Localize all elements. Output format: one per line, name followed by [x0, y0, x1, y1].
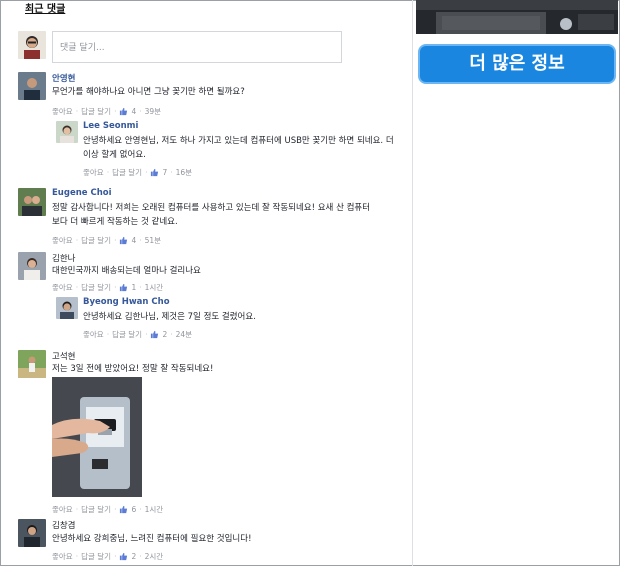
reply-link[interactable]: 답글 달기 — [81, 504, 111, 515]
commenter-name[interactable]: 김창겸 — [52, 519, 75, 531]
comment-time[interactable]: 24분 — [176, 329, 192, 340]
commenter-name[interactable]: 김한나 — [52, 252, 75, 264]
like-link[interactable]: 좋아요 — [83, 167, 104, 178]
avatar[interactable] — [56, 121, 78, 143]
like-count: 1 — [131, 283, 137, 292]
thumbs-up-icon — [120, 236, 128, 245]
comment-actions: 좋아요 · 답글 달기 · 1 · 1시간 — [52, 282, 164, 293]
commenter-name[interactable]: 안영현 — [52, 72, 75, 84]
comment-actions: 좋아요 · 답글 달기 · 7 · 16분 — [83, 167, 193, 178]
comment-text: 안녕하세요 안영현님, 저도 하나 가지고 있는데 컴퓨터에 USB만 꽂기만 … — [83, 136, 394, 160]
section-title[interactable]: 최근 댓글 — [25, 0, 65, 15]
like-count: 4 — [131, 107, 137, 116]
avatar[interactable] — [56, 297, 78, 319]
comment-input[interactable]: 댓글 달기... — [52, 31, 342, 63]
product-image[interactable] — [416, 0, 618, 34]
comment-time[interactable]: 16분 — [176, 167, 192, 178]
like-link[interactable]: 좋아요 — [52, 551, 73, 562]
comment-text: 저는 3일 전에 받았어요! 정말 잘 작동되네요! — [52, 364, 214, 374]
commenter-name[interactable]: Lee Seonmi — [83, 121, 138, 131]
avatar[interactable] — [18, 188, 46, 216]
thumbs-up-icon — [120, 283, 128, 292]
comment-time[interactable]: 51분 — [145, 235, 161, 246]
reply-link[interactable]: 답글 달기 — [112, 329, 142, 340]
thumbs-up-icon — [151, 168, 159, 177]
current-user-avatar — [18, 31, 46, 59]
like-count: 4 — [131, 236, 137, 245]
comment-text: 대한민국까지 배송되는데 얼마나 걸리나요 — [52, 266, 201, 276]
like-link[interactable]: 좋아요 — [83, 329, 104, 340]
avatar[interactable] — [18, 519, 46, 547]
avatar[interactable] — [18, 252, 46, 280]
reply-link[interactable]: 답글 달기 — [112, 167, 142, 178]
like-link[interactable]: 좋아요 — [52, 106, 73, 117]
reply-link[interactable]: 답글 달기 — [81, 282, 111, 293]
more-info-button[interactable]: 더 많은 정보 — [418, 44, 616, 84]
comment-time[interactable]: 1시간 — [145, 504, 164, 515]
comments-section: 최근 댓글 댓글 달기... 안영현 무언가를 해야하나요 아니면 그냥 꽂기만… — [0, 0, 413, 566]
reply-link[interactable]: 답글 달기 — [81, 551, 111, 562]
avatar[interactable] — [18, 350, 46, 378]
reply-link[interactable]: 답글 달기 — [81, 235, 111, 246]
avatar[interactable] — [18, 72, 46, 100]
thumbs-up-icon — [151, 330, 159, 339]
thumbs-up-icon — [120, 552, 128, 561]
usb-photo[interactable] — [52, 377, 142, 497]
commenter-name[interactable]: Byeong Hwan Cho — [83, 297, 170, 307]
comment-text: 정말 감사합니다! 저희는 오래된 컴퓨터를 사용하고 있는데 잘 작동되네요!… — [52, 203, 371, 227]
like-link[interactable]: 좋아요 — [52, 504, 73, 515]
like-link[interactable]: 좋아요 — [52, 282, 73, 293]
sidebar: 더 많은 정보 — [414, 0, 620, 566]
thumbs-up-icon — [120, 107, 128, 116]
comment-actions: 좋아요 · 답글 달기 · 4 · 51분 — [52, 235, 162, 246]
comment-time[interactable]: 1시간 — [145, 282, 164, 293]
comment-actions: 좋아요 · 답글 달기 · 2 · 2시간 — [52, 551, 164, 562]
comment-text: 안녕하세요 김한나님, 제것은 7일 정도 걸렸어요. — [83, 312, 256, 322]
comment-text: 무언가를 해야하나요 아니면 그냥 꽂기만 하면 될까요? — [52, 87, 245, 97]
comment-actions: 좋아요 · 답글 달기 · 6 · 1시간 — [52, 504, 164, 515]
comment-actions: 좋아요 · 답글 달기 · 2 · 24분 — [83, 329, 193, 340]
like-count: 6 — [131, 505, 137, 514]
comment-time[interactable]: 2시간 — [145, 551, 164, 562]
commenter-name[interactable]: Eugene Choi — [52, 188, 112, 198]
comment-time[interactable]: 39분 — [145, 106, 161, 117]
comment-text: 안녕하세요 강희중님, 느려진 컴퓨터에 필요한 것입니다! — [52, 534, 252, 544]
like-count: 2 — [131, 552, 137, 561]
commenter-name[interactable]: 고석현 — [52, 350, 75, 362]
reply-link[interactable]: 답글 달기 — [81, 106, 111, 117]
thumbs-up-icon — [120, 505, 128, 514]
like-count: 7 — [162, 168, 168, 177]
like-link[interactable]: 좋아요 — [52, 235, 73, 246]
like-count: 2 — [162, 330, 168, 339]
comment-actions: 좋아요 · 답글 달기 · 4 · 39분 — [52, 106, 162, 117]
